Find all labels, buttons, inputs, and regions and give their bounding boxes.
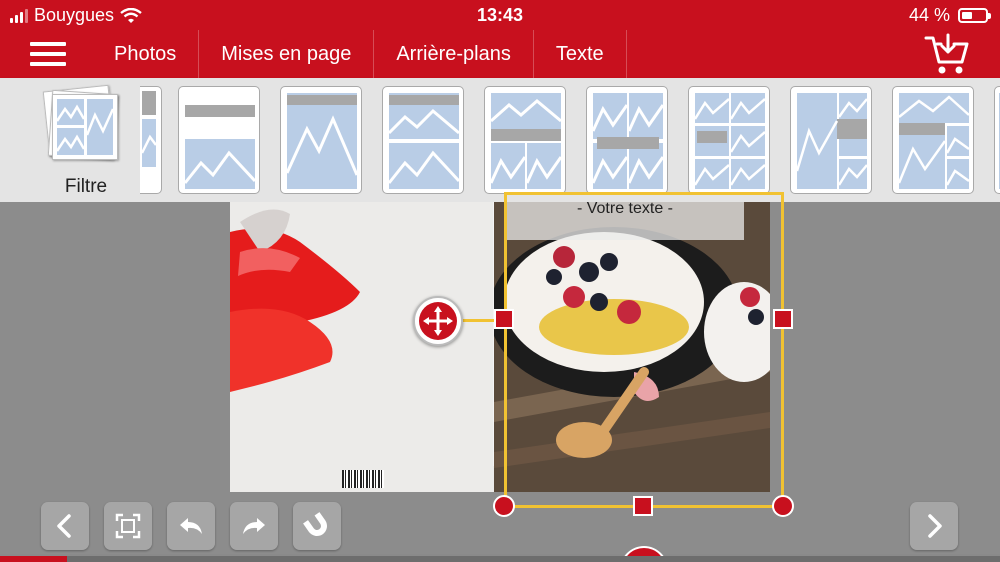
layout-strip: Filtre xyxy=(0,78,1000,202)
tab-texte[interactable]: Texte xyxy=(534,30,627,78)
move-arrows-icon[interactable] xyxy=(413,296,463,346)
hamburger-menu-icon[interactable] xyxy=(30,39,66,69)
next-arrow-icon[interactable] xyxy=(910,502,958,550)
undo-icon[interactable] xyxy=(167,502,215,550)
fit-frame-icon[interactable] xyxy=(104,502,152,550)
main-tabs: Photos Mises en page Arrière-plans Texte xyxy=(92,30,627,78)
filter-label: Filtre xyxy=(64,176,108,197)
layout-thumbnail[interactable] xyxy=(382,86,464,194)
layout-thumbnail[interactable] xyxy=(688,86,770,194)
resize-handle-right[interactable] xyxy=(773,309,793,329)
layout-thumbnail[interactable] xyxy=(140,86,162,194)
magnet-icon[interactable] xyxy=(293,502,341,550)
status-bar: Bouygues 13:43 44 % xyxy=(0,0,1000,30)
filter-button[interactable]: Filtre xyxy=(40,84,132,198)
resize-handle-left[interactable] xyxy=(494,309,514,329)
resize-handle-bottom-left[interactable] xyxy=(493,495,515,517)
battery-icon xyxy=(958,8,991,23)
left-page-photo[interactable] xyxy=(230,202,494,492)
layout-thumbnail[interactable] xyxy=(178,86,260,194)
text-placeholder-box[interactable]: - Votre texte - xyxy=(506,200,744,240)
layout-thumbnail[interactable] xyxy=(484,86,566,194)
book-canvas: - Votre texte - xyxy=(0,192,1000,562)
battery-percent: 44 % xyxy=(908,5,950,25)
layout-thumbnail[interactable] xyxy=(790,86,872,194)
page-progress-bar xyxy=(0,556,1000,562)
status-time: 13:43 xyxy=(476,5,524,25)
barcode xyxy=(342,470,384,488)
filter-icon xyxy=(52,94,118,160)
layout-thumbnail[interactable] xyxy=(586,86,668,194)
redo-icon[interactable] xyxy=(230,502,278,550)
right-page-photo[interactable] xyxy=(494,202,770,492)
tab-arriere-plans[interactable]: Arrière-plans xyxy=(374,30,534,78)
page-progress-fill xyxy=(0,556,67,562)
resize-handle-bottom[interactable] xyxy=(633,496,653,516)
layout-thumbnail[interactable] xyxy=(892,86,974,194)
layout-thumbnail[interactable] xyxy=(280,86,362,194)
layout-thumbnail[interactable] xyxy=(994,86,1000,194)
tab-mises-en-page[interactable]: Mises en page xyxy=(199,30,375,78)
resize-handle-bottom-right[interactable] xyxy=(772,495,794,517)
text-placeholder: - Votre texte - xyxy=(576,200,674,217)
tab-photos[interactable]: Photos xyxy=(92,30,200,78)
top-navbar: Photos Mises en page Arrière-plans Texte xyxy=(0,30,1000,78)
prev-arrow-icon[interactable] xyxy=(41,502,89,550)
move-connector-line xyxy=(462,319,494,322)
cart-download-icon[interactable] xyxy=(924,32,970,76)
